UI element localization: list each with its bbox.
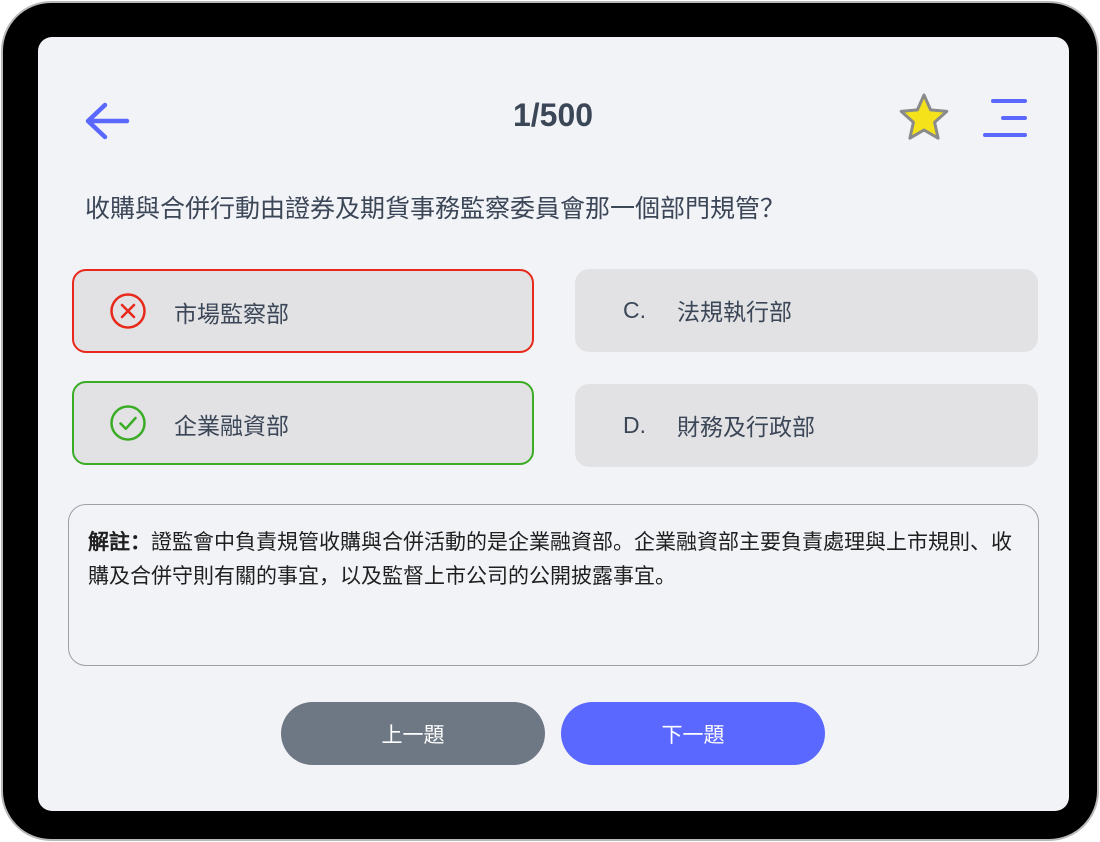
- option-b-label: 企業融資部: [174, 414, 289, 440]
- explanation-body: 證監會中負責規管收購與合併活動的是企業融資部。企業融資部主要負責處理與上市規則、…: [88, 530, 1012, 588]
- explanation-label: 解註：: [88, 530, 151, 554]
- quiz-screen: 1/500 收購與合併行動由證券及期貨事務監察委員會那一個部門規管？ 市場監察部: [38, 37, 1069, 811]
- option-a-label: 市場監察部: [174, 302, 289, 328]
- option-d-letter: D.: [623, 412, 646, 438]
- menu-icon: [983, 99, 1027, 137]
- next-question-button[interactable]: 下一題: [561, 702, 825, 765]
- question-text: 收購與合併行動由證券及期貨事務監察委員會那一個部門規管？: [85, 194, 786, 223]
- option-d[interactable]: D. 財務及行政部: [575, 384, 1038, 467]
- check-circle-icon: [110, 405, 146, 441]
- option-b[interactable]: 企業融資部: [72, 381, 534, 465]
- back-button[interactable]: [83, 99, 131, 143]
- explanation-text: 解註：證監會中負責規管收購與合併活動的是企業融資部。企業融資部主要負責處理與上市…: [88, 525, 1020, 593]
- favorite-button[interactable]: [897, 91, 951, 145]
- option-c[interactable]: C. 法規執行部: [575, 269, 1038, 352]
- previous-question-button[interactable]: 上一題: [281, 702, 545, 765]
- arrow-left-icon: [85, 102, 130, 140]
- option-c-letter: C.: [623, 297, 646, 323]
- option-a[interactable]: 市場監察部: [72, 269, 534, 353]
- menu-button[interactable]: [981, 97, 1029, 141]
- option-d-label: 財務及行政部: [677, 415, 815, 441]
- star-icon: [899, 93, 949, 140]
- question-counter: 1/500: [512, 97, 594, 133]
- explanation-box: 解註：證監會中負責規管收購與合併活動的是企業融資部。企業融資部主要負責處理與上市…: [68, 504, 1039, 666]
- option-c-label: 法規執行部: [677, 300, 792, 326]
- tablet-frame: 1/500 收購與合併行動由證券及期貨事務監察委員會那一個部門規管？ 市場監察部: [1, 1, 1099, 841]
- x-circle-icon: [110, 293, 146, 329]
